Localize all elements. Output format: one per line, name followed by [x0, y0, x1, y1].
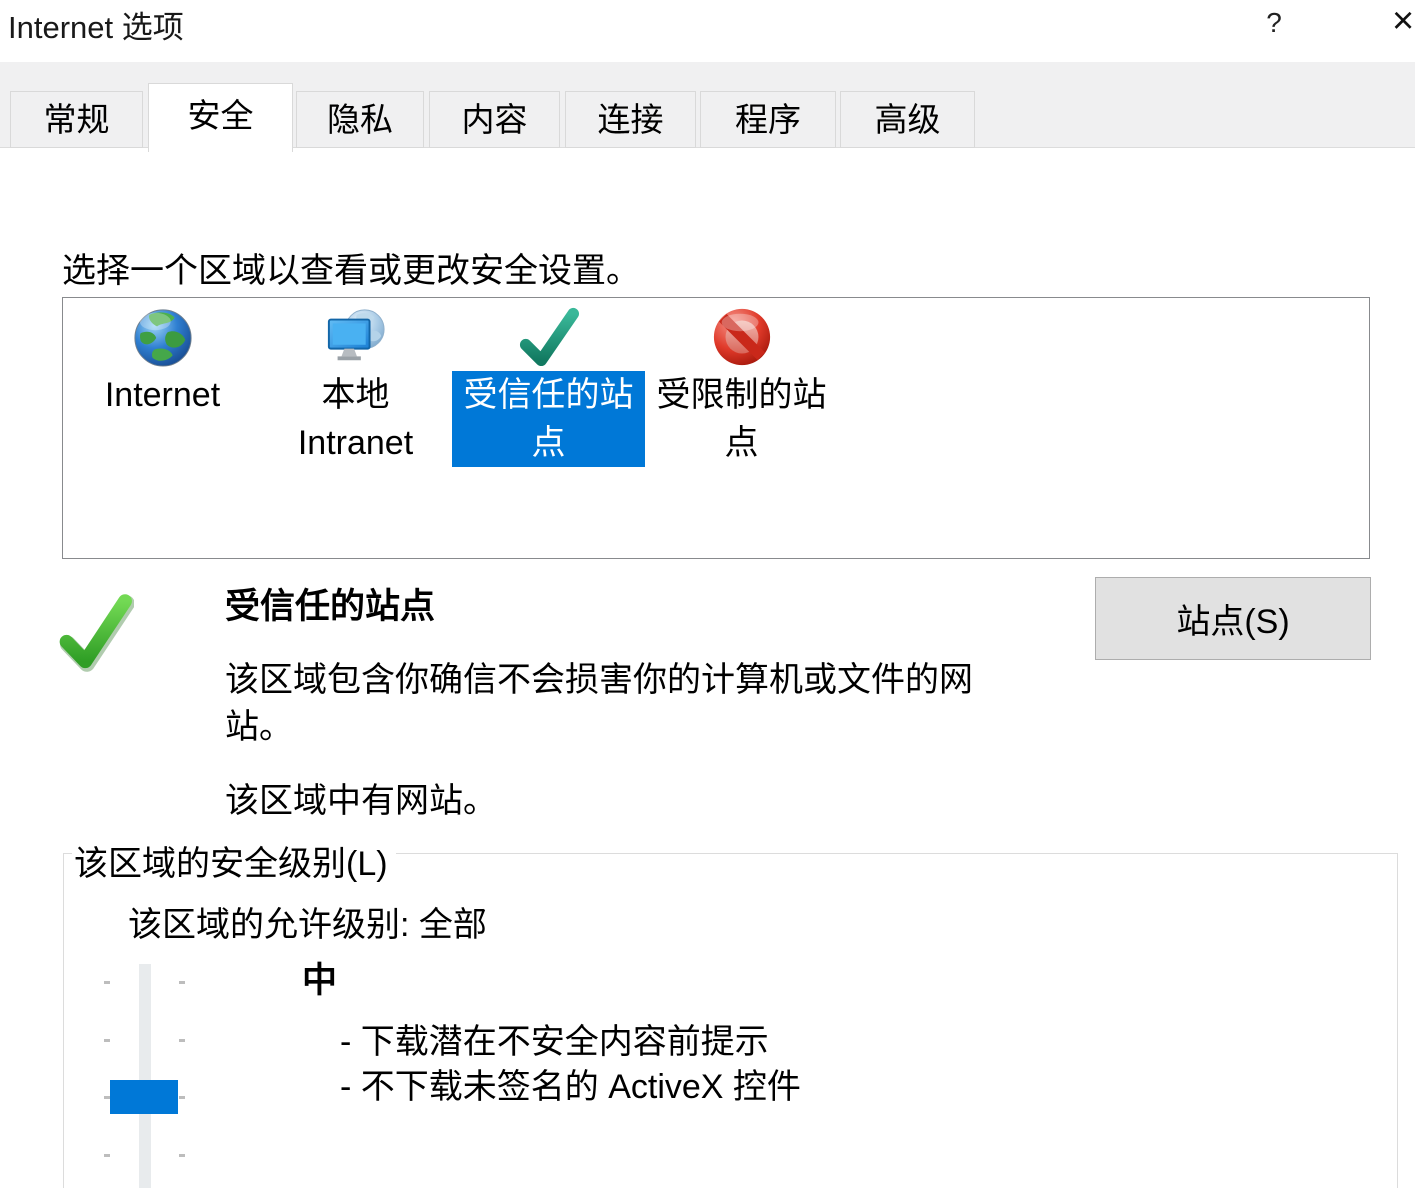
title-bar: Internet 选项 ? ×	[0, 0, 1415, 62]
close-icon[interactable]: ×	[1392, 1, 1415, 43]
slider-tick	[104, 1039, 110, 1042]
selected-zone-title: 受信任的站点	[225, 578, 435, 629]
allowed-levels-text: 该区域的允许级别: 全部	[128, 897, 487, 946]
zone-label: 受限制的站 点	[645, 371, 838, 467]
zone-item-restricted-sites[interactable]: 受限制的站 点	[645, 305, 838, 467]
zone-label: 受信任的站 点	[452, 371, 645, 467]
trusted-zone-check-icon	[56, 590, 134, 674]
level-description-line: - 下载潜在不安全内容前提示	[340, 1020, 801, 1065]
internet-globe-icon	[132, 305, 194, 369]
tab-connections[interactable]: 连接	[565, 91, 696, 148]
help-icon[interactable]: ?	[1256, 3, 1292, 43]
tab-content[interactable]: 内容	[429, 91, 560, 148]
security-level-slider-thumb[interactable]	[110, 1080, 178, 1114]
tab-general[interactable]: 常规	[10, 91, 143, 148]
zone-label: 本地 Intranet	[259, 371, 452, 467]
slider-tick	[104, 1154, 110, 1157]
slider-tick	[104, 981, 110, 984]
selected-zone-description: 该区域包含你确信不会损害你的计算机或文件的网站。	[225, 657, 995, 751]
zone-label: Internet	[66, 371, 259, 419]
tab-security[interactable]: 安全	[148, 83, 293, 152]
local-intranet-icon	[325, 305, 387, 369]
zone-instruction-text: 选择一个区域以查看或更改安全设置。	[62, 243, 640, 292]
slider-tick	[179, 1154, 185, 1157]
tab-advanced[interactable]: 高级	[840, 91, 975, 148]
zone-item-internet[interactable]: Internet	[66, 305, 259, 419]
slider-tick	[179, 981, 185, 984]
tab-strip: 常规 安全 隐私 内容 连接 程序 高级	[0, 62, 1415, 148]
zone-list: Internet	[62, 297, 1370, 559]
level-descriptions: - 下载潜在不安全内容前提示 - 不下载未签名的 ActiveX 控件	[340, 1020, 801, 1110]
security-level-group-label: 该区域的安全级别(L)	[72, 836, 396, 885]
tab-privacy[interactable]: 隐私	[296, 91, 424, 148]
tab-programs[interactable]: 程序	[700, 91, 836, 148]
security-level-slider-track[interactable]	[139, 964, 151, 1188]
selected-zone-status: 该区域中有网站。	[225, 773, 497, 822]
window-title: Internet 选项	[8, 2, 184, 47]
trusted-sites-check-icon	[518, 305, 580, 369]
level-description-line: - 不下载未签名的 ActiveX 控件	[340, 1065, 801, 1110]
zone-item-local-intranet[interactable]: 本地 Intranet	[259, 305, 452, 467]
current-level-label: 中	[302, 952, 337, 1003]
internet-options-dialog: Internet 选项 ? × 常规 安全 隐私 内容 连接 程序 高级 选择一…	[0, 0, 1415, 1188]
restricted-sites-icon	[711, 305, 773, 369]
slider-tick	[179, 1039, 185, 1042]
sites-button[interactable]: 站点(S)	[1095, 577, 1371, 660]
slider-tick	[179, 1096, 185, 1099]
zone-item-trusted-sites[interactable]: 受信任的站 点	[452, 305, 645, 467]
